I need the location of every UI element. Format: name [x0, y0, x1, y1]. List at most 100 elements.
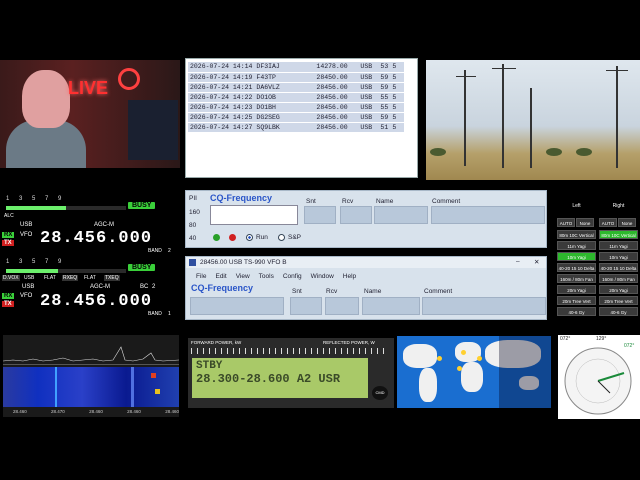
antenna-selector: Left AUTO None 80m 10C Vertical 11m Yagi 10m… [557, 203, 640, 316]
antenna-button[interactable]: 80m 10C Vertical [557, 230, 596, 239]
txeq-label: TXEQ [104, 275, 120, 281]
log-cell: 28456.00 [314, 122, 359, 133]
name-field[interactable] [374, 206, 428, 224]
log-cell: 2026-07-24 14:21 [188, 82, 255, 93]
menu-help[interactable]: Help [343, 273, 356, 280]
name-header: Name [376, 198, 394, 205]
tick-label: 28.470 [51, 409, 65, 414]
menu-window[interactable]: Window [311, 273, 334, 280]
cq-title-2: CQ-Frequency [191, 283, 254, 293]
antenna-button[interactable]: 20m Yagi [557, 285, 596, 294]
log-cell: 53 [378, 62, 391, 73]
log-cell: USB [358, 82, 379, 93]
run-radio[interactable] [246, 234, 253, 241]
agc-label-2: AGC-M [90, 284, 110, 290]
antenna-button[interactable]: 11m Yagi [557, 241, 596, 250]
band-number-2: 1 [168, 311, 171, 317]
antenna-button[interactable]: 20m Yagi [599, 285, 638, 294]
callsign-field-2[interactable] [190, 297, 284, 315]
antenna-button[interactable]: AUTO [557, 218, 575, 227]
name-field-2[interactable] [362, 297, 420, 315]
log-cell: 5 [390, 72, 405, 83]
row-80: 80 [189, 222, 197, 229]
antenna-button[interactable]: 80m 10C Vertical [599, 230, 638, 239]
power-lcd: STBY 28.300-28.600 A2 USR [192, 358, 368, 398]
antenna-button[interactable]: 40-20 15 10 Delta [599, 263, 638, 272]
log-row[interactable]: 2026-07-24 14:19 F43TP 28450.00 USB 59 5 [188, 72, 405, 83]
antenna-button[interactable]: 11m Yagi [599, 241, 638, 250]
antenna-button[interactable]: None [576, 218, 594, 227]
antenna-button[interactable]: 160m / 80m Fan [557, 274, 596, 283]
antenna-right-column: Right AUTO None 80m 10C Vertical 11m Yagi 10… [599, 203, 638, 318]
log-cell: 55 [378, 102, 391, 113]
sp-radio[interactable] [278, 234, 285, 241]
greyline-shadow [499, 336, 551, 408]
waterfall-display[interactable]: 28.460 28.470 28.460 28.460 28.460 [3, 335, 179, 417]
rxeq-label: RXEQ [62, 275, 79, 281]
window-title: 28456.00 USB TS-990 VFO B [200, 259, 287, 266]
menu-view[interactable]: View [236, 273, 250, 280]
tx-indicator-2: TX [2, 301, 14, 307]
antenna-button[interactable]: 40-6 Gy [599, 307, 638, 316]
log-row[interactable]: 2026-07-24 14:23 DO1BH 28456.00 USB 55 5 [188, 102, 405, 113]
rotator-display[interactable]: 072° 129° 072° [558, 335, 640, 419]
log-cell: DG2SEG [254, 112, 315, 123]
comment-header: Comment [432, 198, 461, 205]
snt-field[interactable] [304, 206, 336, 224]
menu-tools[interactable]: Tools [259, 273, 274, 280]
log-cell: 5 [390, 122, 405, 133]
cq-frequency-window-1[interactable]: PII CQ-Frequency 160 80 40 Snt Rcv Name … [185, 190, 547, 248]
log-cell: 5 [390, 82, 405, 93]
cmd-button[interactable]: CMD [372, 386, 388, 400]
mode-label: USB [20, 222, 33, 228]
menu-config[interactable]: Config [283, 273, 302, 280]
band-number: 2 [168, 248, 171, 254]
tick-label: 28.460 [13, 409, 27, 414]
run-label: Run [256, 234, 268, 241]
rcv-field[interactable] [340, 206, 372, 224]
minimize-icon[interactable]: – [516, 258, 520, 265]
log-row[interactable]: 2026-07-24 14:22 DO1OB 28456.00 USB 55 5 [188, 92, 405, 103]
log-row[interactable]: 2026-07-24 14:27 SQ9LBK 28456.00 USB 51 5 [188, 122, 405, 133]
antenna-button[interactable]: 10m Yagi [557, 252, 596, 261]
title-bar[interactable]: 28456.00 USB TS-990 VFO B – ✕ [186, 257, 546, 268]
antenna-button[interactable]: 40-6 Gy [557, 307, 596, 316]
antenna-button[interactable]: 40-20 15 10 Delta [557, 263, 596, 272]
antenna-button[interactable]: 20m Tree Vert [599, 296, 638, 305]
flat-label-2: FLAT [84, 275, 96, 281]
log-cell: 2026-07-24 14:22 [188, 92, 255, 103]
green-status-icon[interactable] [213, 234, 220, 241]
log-row[interactable]: 2026-07-24 14:14 DF3IAJ 14278.00 USB 53 5 [188, 62, 405, 73]
red-status-icon[interactable] [229, 234, 236, 241]
antenna-button[interactable]: 10m Yagi [599, 252, 638, 261]
antenna-photo [426, 60, 640, 180]
callsign-input[interactable] [210, 205, 298, 225]
rcv-field-2[interactable] [325, 297, 359, 315]
close-icon[interactable]: ✕ [534, 258, 539, 266]
logger-window-2[interactable]: 28456.00 USB TS-990 VFO B – ✕ File Edit … [185, 256, 547, 320]
frequency-display-2: 28.456.000 [40, 292, 153, 311]
comment-field-2[interactable] [422, 297, 546, 315]
antenna-button[interactable]: AUTO [599, 218, 617, 227]
log-cell: 5 [390, 102, 405, 113]
antenna-button[interactable]: None [618, 218, 636, 227]
comment-field[interactable] [431, 206, 545, 224]
log-cell: 14278.00 [314, 62, 359, 73]
rcv-header: Rcv [342, 198, 354, 205]
menu-file[interactable]: File [196, 273, 206, 280]
log-row[interactable]: 2026-07-24 14:25 DG2SEG 28456.00 USB 59 5 [188, 112, 405, 123]
rcv-header-2: Rcv [326, 288, 338, 295]
row-160: 160 [189, 209, 200, 216]
qso-log-window[interactable]: 2026-07-24 14:14 DF3IAJ 14278.00 USB 53 5 2026… [185, 58, 418, 178]
tick-label: 28.460 [127, 409, 141, 414]
amplifier-power-meter: FORWARD POWER, kW REFLECTED POWER, W STB… [188, 338, 394, 408]
menu-bar: File Edit View Tools Config Window Help [196, 273, 356, 280]
spectrum-area [3, 341, 179, 365]
antenna-button[interactable]: 20m Tree Vert [557, 296, 596, 305]
menu-edit[interactable]: Edit [215, 273, 226, 280]
snt-field-2[interactable] [290, 297, 322, 315]
log-cell: USB [358, 122, 379, 133]
antenna-button[interactable]: 160m / 80m Fan [599, 274, 638, 283]
log-row[interactable]: 2026-07-24 14:21 DA6VLZ 28456.00 USB 59 5 [188, 82, 405, 93]
log-cell: USB [358, 92, 379, 103]
